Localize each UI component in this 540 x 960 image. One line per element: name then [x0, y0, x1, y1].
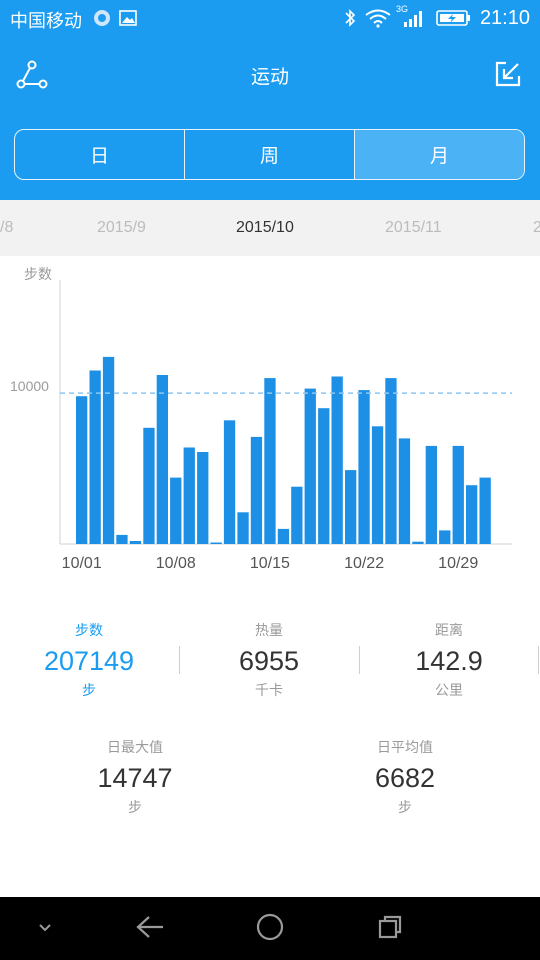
month-selector[interactable]: /8 2015/9 2015/10 2015/11 2: [0, 200, 540, 256]
export-icon: [494, 61, 522, 92]
bar-day-28[interactable]: [439, 530, 451, 544]
bar-day-1[interactable]: [76, 396, 88, 544]
stat-steps-value: 207149: [43, 646, 135, 676]
x-tick-label: 10/15: [250, 555, 290, 572]
bar-day-17[interactable]: [291, 486, 303, 544]
stat-distance[interactable]: 距离 142.9 公里: [360, 620, 538, 700]
nav-back-button[interactable]: [120, 897, 180, 960]
stat-daily-avg-unit: 步: [398, 800, 412, 816]
nav-home-button[interactable]: [240, 897, 300, 960]
stat-calories-label: 热量: [255, 623, 283, 639]
home-circle-icon: [255, 912, 285, 946]
app-header: 运动: [0, 38, 540, 112]
gallery-icon: [118, 8, 138, 28]
x-tick-label: 10/01: [62, 555, 102, 572]
signal-icon: [402, 8, 426, 28]
bar-day-11[interactable]: [210, 542, 222, 545]
bar-day-18[interactable]: [304, 388, 316, 544]
bar-day-22[interactable]: [358, 390, 370, 544]
stat-distance-unit: 公里: [435, 683, 463, 699]
stat-daily-max-value: 14747: [97, 763, 173, 793]
stat-daily-max-label: 日最大值: [107, 740, 163, 756]
bar-day-20[interactable]: [331, 376, 343, 545]
bar-day-2[interactable]: [89, 370, 101, 545]
stat-calories[interactable]: 热量 6955 千卡: [180, 620, 358, 700]
bar-day-26[interactable]: [412, 541, 424, 544]
stat-daily-avg: 日平均值 6682 步: [315, 737, 495, 817]
chart-y-label: 步数: [24, 266, 52, 282]
month-current: 2015/10: [236, 219, 294, 236]
tab-week[interactable]: 周: [185, 130, 355, 179]
bar-day-9[interactable]: [183, 447, 195, 545]
goal-reference-label: 10000: [10, 378, 49, 394]
stat-distance-label: 距离: [435, 623, 463, 639]
nav-collapse-button[interactable]: [20, 897, 70, 960]
bluetooth-icon: [342, 8, 362, 28]
month-next[interactable]: 2015/11: [385, 219, 442, 237]
stat-steps[interactable]: 步数 207149 步: [0, 620, 178, 700]
stat-daily-max-unit: 步: [128, 800, 142, 816]
bar-day-30[interactable]: [466, 485, 478, 544]
nav-recents-button[interactable]: [360, 897, 420, 960]
battery-charging-icon: [436, 8, 472, 28]
bar-day-3[interactable]: [102, 356, 115, 544]
bar-day-4[interactable]: [116, 534, 128, 544]
tab-month[interactable]: 月: [355, 130, 524, 179]
page-title: 运动: [250, 66, 289, 88]
export-button[interactable]: [494, 60, 522, 88]
stat-daily-max: 日最大值 14747 步: [45, 737, 225, 817]
stat-steps-unit: 步: [82, 683, 96, 699]
bar-day-5[interactable]: [129, 541, 142, 544]
tab-day[interactable]: 日: [15, 130, 185, 179]
x-tick-label: 10/22: [344, 555, 384, 572]
bar-day-23[interactable]: [371, 426, 384, 544]
bar-day-6[interactable]: [143, 427, 155, 544]
bar-day-14[interactable]: [250, 436, 263, 544]
steps-chart: 步数 10000 10/01 10/08 10/15 10/22 10/29: [10, 266, 512, 572]
bar-day-24[interactable]: [385, 378, 397, 544]
month-next-partial[interactable]: 2: [533, 219, 540, 237]
bar-day-16[interactable]: [277, 528, 290, 544]
carrier-name: 中国移动: [10, 11, 82, 32]
divider: [538, 646, 539, 674]
x-tick-label: 10/08: [156, 555, 196, 572]
period-tabs-bar: 日 周 月: [0, 112, 540, 200]
bar-day-7[interactable]: [156, 375, 168, 544]
chevron-down-icon: [37, 919, 53, 938]
stat-calories-unit: 千卡: [255, 683, 283, 699]
bar-day-29[interactable]: [452, 445, 464, 544]
bar-day-10[interactable]: [197, 452, 209, 544]
x-tick-label: 10/29: [438, 555, 478, 572]
bar-day-19[interactable]: [318, 408, 330, 544]
bar-day-15[interactable]: [264, 378, 276, 544]
back-arrow-icon: [135, 914, 165, 944]
recents-square-icon: [376, 913, 404, 945]
bar-day-12[interactable]: [223, 420, 236, 544]
bar-day-8[interactable]: [170, 477, 182, 544]
stat-distance-value: 142.9: [415, 646, 483, 676]
month-prev[interactable]: 2015/9: [97, 219, 146, 237]
notification-bubble-icon: [92, 8, 112, 28]
clock: 21:10: [479, 7, 530, 29]
bar-day-21[interactable]: [345, 470, 357, 544]
bars-group: [76, 356, 491, 545]
bar-day-25[interactable]: [398, 438, 411, 544]
stat-calories-value: 6955: [238, 646, 300, 676]
stat-daily-avg-value: 6682: [374, 763, 436, 793]
stat-steps-label: 步数: [75, 623, 103, 639]
bar-day-27[interactable]: [425, 445, 437, 544]
bar-day-31[interactable]: [479, 477, 491, 544]
bar-day-13[interactable]: [237, 512, 249, 544]
x-tick-labels: 10/01 10/08 10/15 10/22 10/29: [62, 555, 479, 572]
status-bar: 中国移动 3G 21:10: [0, 0, 540, 38]
wifi-icon: [364, 8, 392, 28]
stat-daily-avg-label: 日平均值: [377, 740, 433, 756]
period-tabs: 日 周 月: [14, 129, 525, 180]
month-prev-partial[interactable]: /8: [0, 219, 13, 237]
system-nav-bar: [0, 897, 540, 960]
